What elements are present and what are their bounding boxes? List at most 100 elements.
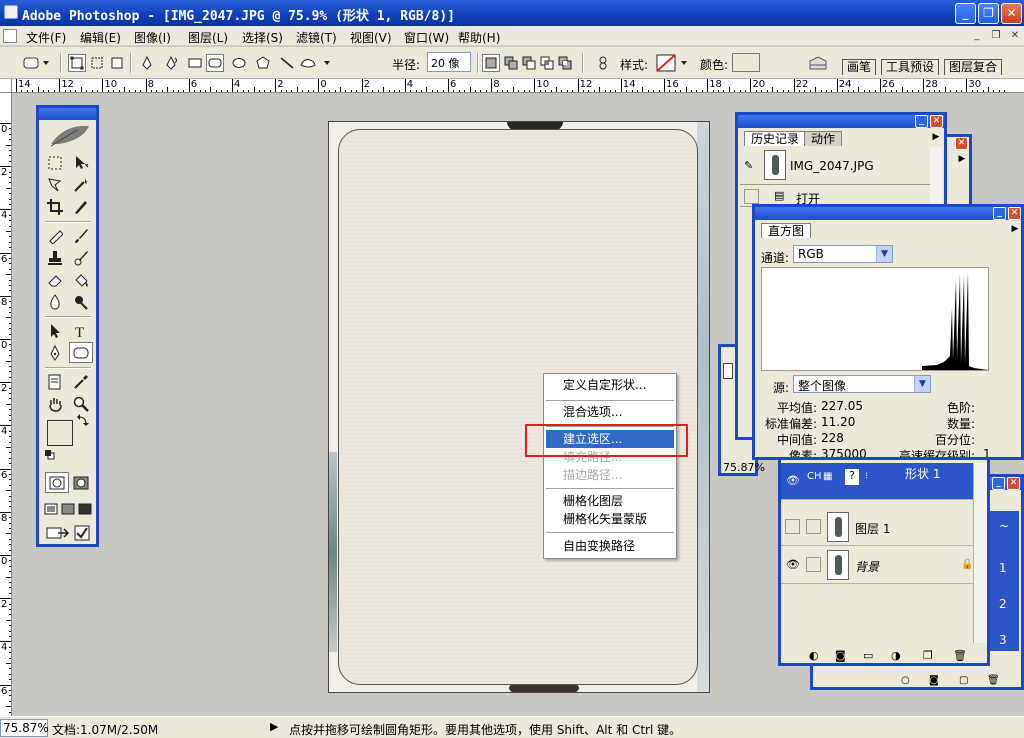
pen-tool[interactable] <box>43 342 67 363</box>
create-new-shape-button[interactable] <box>482 54 500 72</box>
full-screen-mode-button[interactable] <box>77 498 93 519</box>
intersect-shape-button[interactable] <box>538 54 556 72</box>
ctx-define-custom-shape[interactable]: 定义自定形状... <box>546 376 674 394</box>
link-layer-style-button[interactable] <box>594 54 612 72</box>
exclude-shape-button[interactable] <box>556 54 574 72</box>
rounded-rectangle-shape-button[interactable] <box>206 54 224 72</box>
visibility-eye-icon[interactable]: 👁 <box>785 557 801 573</box>
eyedropper-tool[interactable] <box>69 371 93 392</box>
swap-colors-icon[interactable] <box>77 414 89 426</box>
menu-layer[interactable]: 图层(L) <box>188 29 228 46</box>
channels-panel-minimize[interactable]: _ <box>992 477 1005 490</box>
new-channel-icon[interactable]: ▢ <box>959 675 968 686</box>
ctx-rasterize-vector-mask[interactable]: 栅格化矢量蒙版 <box>546 510 674 528</box>
freeform-pen-button[interactable] <box>162 54 180 72</box>
tab-histogram[interactable]: 直方图 <box>761 223 812 238</box>
blur-tool[interactable] <box>43 291 67 312</box>
channels-panel-close[interactable]: ✕ <box>1007 477 1020 490</box>
new-layer-icon[interactable]: ❐ <box>923 649 933 662</box>
clone-stamp-tool[interactable] <box>43 247 67 268</box>
marquee-tool[interactable] <box>43 152 67 173</box>
navigator-zoom[interactable]: 75.87% <box>723 461 765 474</box>
navigator-preview[interactable] <box>723 363 733 379</box>
histogram-panel-menu[interactable]: ▶ <box>1009 223 1021 236</box>
history-panel-close[interactable]: ✕ <box>930 115 943 128</box>
default-colors-icon[interactable] <box>45 450 55 460</box>
menu-file[interactable]: 文件(F) <box>26 29 66 46</box>
feather-logo-icon[interactable] <box>47 122 91 148</box>
type-tool[interactable]: T <box>69 320 93 341</box>
actions-panel-close[interactable]: ✕ <box>955 137 968 150</box>
menu-edit[interactable]: 编辑(E) <box>80 29 121 46</box>
standard-screen-mode-button[interactable] <box>43 498 59 519</box>
rectangle-shape-button[interactable] <box>186 54 204 72</box>
layer-row-layer1[interactable]: 图层 1 <box>781 509 973 546</box>
hand-tool[interactable] <box>43 393 67 414</box>
add-to-shape-button[interactable] <box>502 54 520 72</box>
polygon-shape-button[interactable] <box>254 54 272 72</box>
radius-input[interactable]: 20 像素 <box>427 52 471 72</box>
layers-scrollbar[interactable] <box>973 463 987 643</box>
menu-image[interactable]: 图像(I) <box>134 29 171 46</box>
channel-composite[interactable]: ~ <box>999 519 1009 533</box>
history-panel-menu[interactable]: ▶ <box>930 131 942 144</box>
ctx-free-transform-path[interactable]: 自由变换路径 <box>546 537 674 555</box>
quick-mask-button[interactable] <box>69 472 93 493</box>
layer-link-icon[interactable]: CH <box>807 471 822 482</box>
save-selection-icon[interactable]: ◙ <box>929 675 939 686</box>
delete-channel-icon[interactable]: 🗑 <box>987 675 1000 686</box>
menu-select[interactable]: 选择(S) <box>242 29 283 46</box>
histogram-panel-titlebar[interactable] <box>755 207 1021 220</box>
slice-tool[interactable] <box>69 196 93 217</box>
zoom-tool[interactable] <box>69 393 93 414</box>
layer-row-shape1[interactable]: 👁 CH ▦ ? ⁝ 形状 1 <box>781 463 973 500</box>
channel-1[interactable]: 1 <box>999 561 1007 575</box>
adjustment-layer-icon[interactable]: ◑ <box>891 649 901 662</box>
eraser-tool[interactable] <box>43 269 67 290</box>
menu-filter[interactable]: 滤镜(T) <box>296 29 337 46</box>
vector-mask-icon[interactable]: ? <box>845 469 859 485</box>
add-mask-icon[interactable]: ◙ <box>835 649 846 662</box>
history-panel-minimize[interactable]: _ <box>915 115 928 128</box>
document-icon[interactable] <box>3 29 17 43</box>
history-source-toggle[interactable] <box>744 189 759 204</box>
load-selection-icon[interactable]: ○ <box>901 675 910 686</box>
photoshop-app-icon[interactable] <box>4 5 18 19</box>
standard-mode-button[interactable] <box>45 472 69 493</box>
brush-tool[interactable] <box>69 225 93 246</box>
close-button[interactable]: ✕ <box>1001 3 1022 24</box>
lasso-tool[interactable] <box>43 174 67 195</box>
shape-layers-mode-button[interactable] <box>68 54 86 72</box>
ctx-blending-options[interactable]: 混合选项... <box>546 403 674 421</box>
link-toggle-empty[interactable] <box>806 519 821 534</box>
full-screen-menu-mode-button[interactable] <box>60 498 76 519</box>
path-selection-tool[interactable] <box>43 320 67 341</box>
ellipse-shape-button[interactable] <box>230 54 248 72</box>
tab-history[interactable]: 历史记录 <box>744 131 807 146</box>
custom-shape-button[interactable] <box>298 54 334 72</box>
dodge-tool[interactable] <box>69 291 93 312</box>
minimize-button[interactable]: _ <box>955 3 976 24</box>
layer-comps-palette-tab[interactable]: 图层复合 <box>944 59 1003 75</box>
channel-2[interactable]: 2 <box>999 597 1007 611</box>
ruler-origin[interactable] <box>0 79 12 93</box>
tool-preset-picker[interactable] <box>22 54 52 72</box>
visibility-eye-icon[interactable]: 👁 <box>785 473 801 489</box>
brushes-palette-tab[interactable]: 画笔 <box>842 59 877 75</box>
source-dropdown[interactable]: 整个图像 ▼ <box>793 375 931 393</box>
doc-minimize-button[interactable]: _ <box>970 29 984 43</box>
history-panel-titlebar[interactable] <box>738 115 944 128</box>
pen-tool-button[interactable] <box>138 54 156 72</box>
paths-mode-button[interactable] <box>88 54 106 72</box>
layer-style-icon[interactable]: ◐ <box>809 649 819 662</box>
channel-3[interactable]: 3 <box>999 633 1007 647</box>
magic-wand-tool[interactable] <box>69 174 93 195</box>
jump-to-imageready-button[interactable] <box>45 522 71 543</box>
history-snapshot[interactable]: ✎ IMG_2047.JPG <box>740 147 930 185</box>
healing-brush-tool[interactable] <box>43 225 67 246</box>
layer-name-background[interactable]: 背景 <box>855 558 879 575</box>
notes-tool[interactable] <box>43 371 67 392</box>
menu-help[interactable]: 帮助(H) <box>458 29 500 46</box>
doc-close-button[interactable]: ✕ <box>1008 29 1022 43</box>
status-menu-arrow-icon[interactable]: ▶ <box>270 720 278 733</box>
